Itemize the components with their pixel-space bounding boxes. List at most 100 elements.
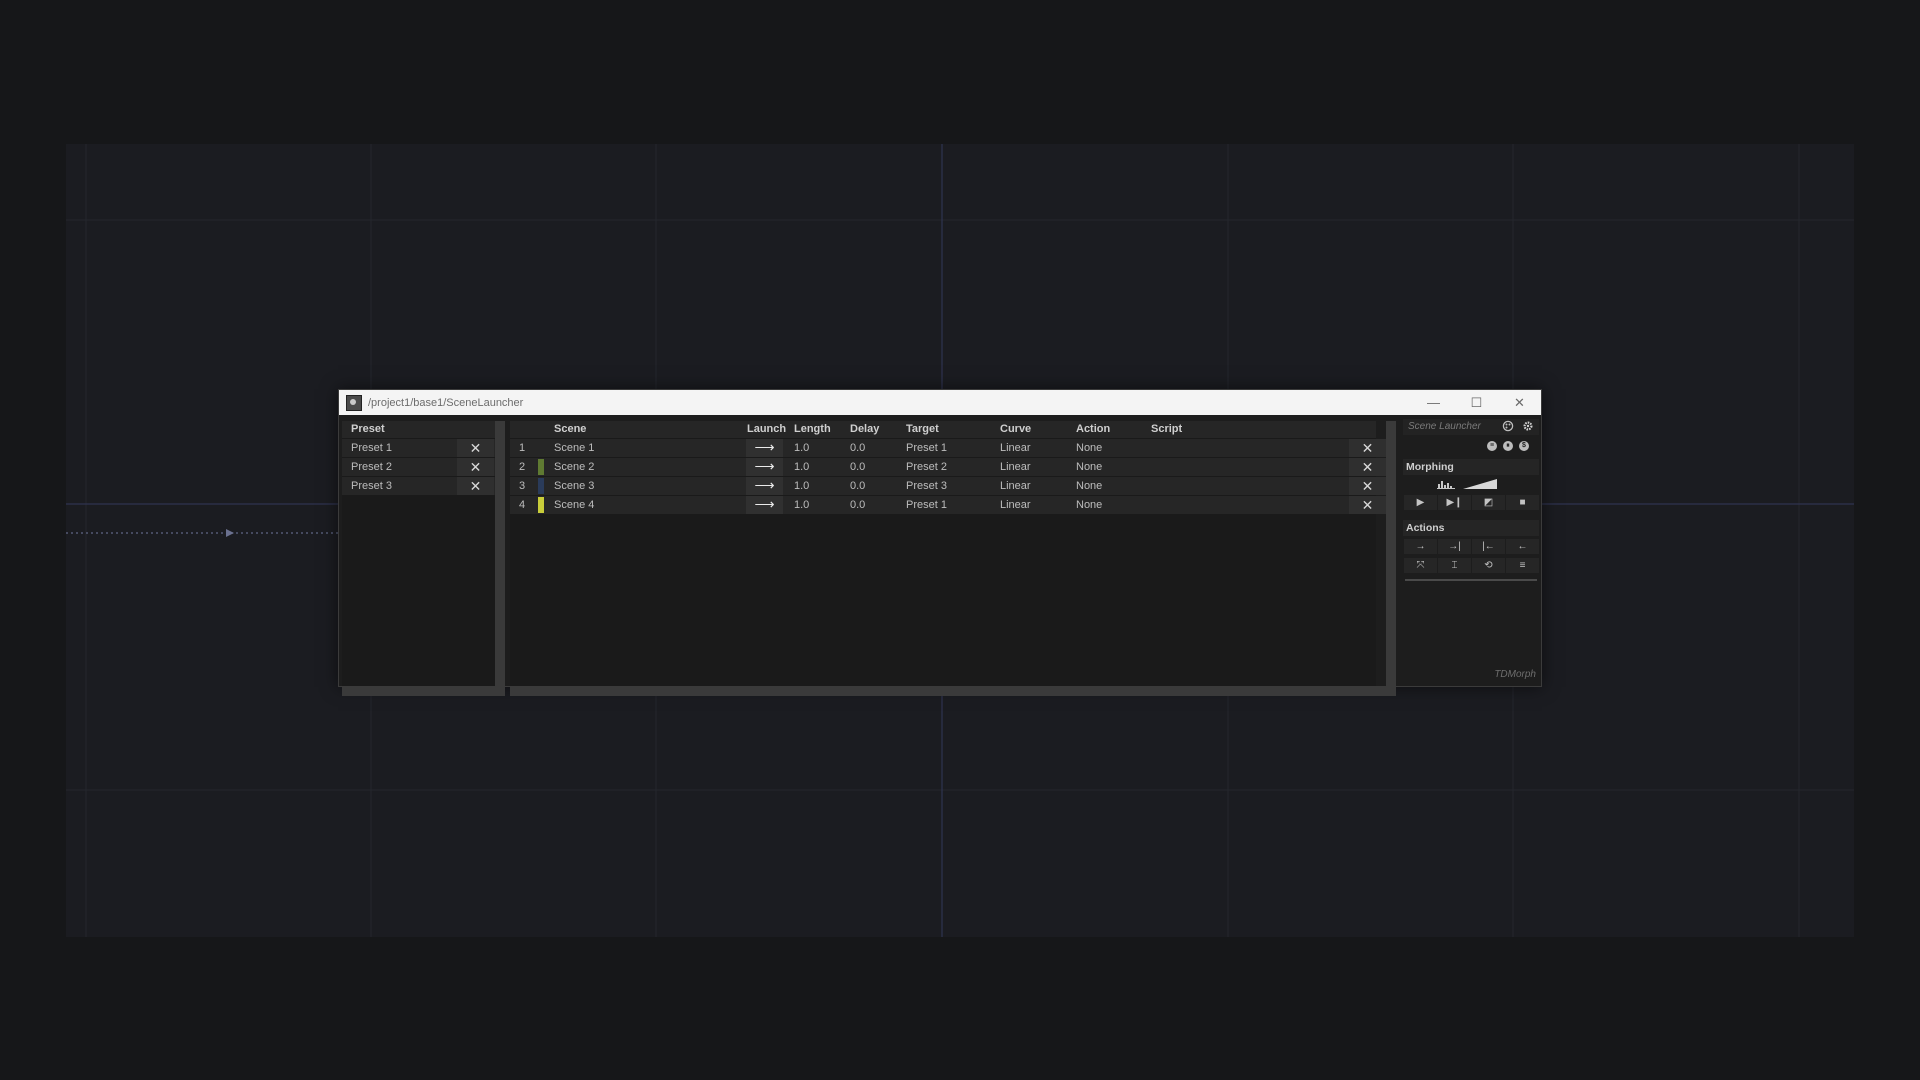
scene-delay[interactable]: 0.0 (850, 496, 865, 514)
scene-target[interactable]: Preset 2 (906, 458, 947, 476)
morphing-section-label: Morphing (1403, 459, 1539, 475)
scene-color-swatch[interactable] (538, 440, 544, 456)
scene-launcher-window: /project1/base1/SceneLauncher — ☐ ✕ Pres… (338, 389, 1542, 696)
col-action: Action (1076, 423, 1111, 435)
remove-scene-button[interactable]: ✕ (1349, 477, 1386, 495)
scene-curve[interactable]: Linear (1000, 496, 1031, 514)
scene-curve[interactable]: Linear (1000, 477, 1031, 495)
remove-scene-button[interactable]: ✕ (1349, 496, 1386, 514)
remove-preset-button[interactable]: ✕ (457, 439, 494, 457)
play-pause-button[interactable]: ▶❙ (1438, 495, 1471, 510)
preset-header: Preset (342, 421, 495, 438)
launch-button[interactable]: ⟶ (746, 477, 783, 495)
scene-length[interactable]: 1.0 (794, 496, 809, 514)
text-cursor-button[interactable]: ⌶ (1438, 558, 1471, 573)
scene-action[interactable]: None (1076, 439, 1102, 457)
scene-name[interactable]: Scene 3 (554, 477, 594, 495)
loop-button[interactable]: ⟲ (1472, 558, 1505, 573)
scene-table: Scene Launch Length Delay Target Curve A… (510, 421, 1386, 686)
scene-length[interactable]: 1.0 (794, 477, 809, 495)
next-scene-button[interactable]: → (1404, 539, 1437, 554)
histogram-icon[interactable] (1436, 478, 1456, 490)
launch-button[interactable]: ⟶ (746, 458, 783, 476)
preset-vertical-scrollbar[interactable] (495, 421, 505, 686)
close-button[interactable]: ✕ (1498, 390, 1541, 415)
last-scene-button[interactable]: →| (1438, 539, 1471, 554)
scene-target[interactable]: Preset 1 (906, 439, 947, 457)
divider (1405, 579, 1537, 581)
scene-name[interactable]: Scene 4 (554, 496, 594, 514)
scene-row[interactable]: 2 Scene 2 ⟶ 1.0 0.0 Preset 2 Linear None… (510, 458, 1386, 476)
scene-length[interactable]: 1.0 (794, 439, 809, 457)
scene-curve[interactable]: Linear (1000, 458, 1031, 476)
panel-title: Scene Launcher (1408, 421, 1481, 432)
window-content: Preset Preset 1 ✕ Preset 2 ✕ Preset 3 ✕ (339, 415, 1541, 696)
launch-button[interactable]: ⟶ (746, 496, 783, 514)
window-controls: — ☐ ✕ (1412, 390, 1541, 415)
scene-index: 2 (519, 461, 526, 473)
scene-vertical-scrollbar[interactable] (1386, 421, 1396, 686)
menu-button[interactable]: ≡ (1506, 558, 1539, 573)
pause-circle-icon[interactable]: ⏸ (1503, 441, 1513, 451)
scene-color-swatch[interactable] (538, 478, 544, 494)
launch-button[interactable]: ⟶ (746, 439, 783, 457)
maximize-button[interactable]: ☐ (1455, 390, 1498, 415)
ramp-curve-icon[interactable] (1463, 478, 1497, 490)
scene-target[interactable]: Preset 3 (906, 477, 947, 495)
scene-length[interactable]: 1.0 (794, 458, 809, 476)
scene-target[interactable]: Preset 1 (906, 496, 947, 514)
scene-delay[interactable]: 0.0 (850, 477, 865, 495)
col-script: Script (1151, 423, 1183, 435)
scene-delay[interactable]: 0.0 (850, 439, 865, 457)
stop-button[interactable]: ■ (1506, 495, 1539, 510)
title-bar[interactable]: /project1/base1/SceneLauncher — ☐ ✕ (339, 390, 1541, 415)
control-panel: Scene Launcher ≡ ⏸ $ Morphing ▶ ▶❙ ◩ ■ A… (1401, 415, 1541, 686)
gear-icon[interactable] (1521, 420, 1535, 435)
scene-delay[interactable]: 0.0 (850, 458, 865, 476)
remove-preset-button[interactable]: ✕ (457, 477, 494, 495)
scene-index: 3 (519, 480, 526, 492)
dollar-circle-icon[interactable]: $ (1519, 441, 1529, 451)
col-launch: Launch (747, 423, 787, 435)
col-scene: Scene (554, 423, 587, 435)
scene-color-swatch[interactable] (538, 459, 544, 475)
wire-arrow-icon (226, 529, 234, 537)
remove-scene-button[interactable]: ✕ (1349, 458, 1386, 476)
scene-row[interactable]: 1 Scene 1 ⟶ 1.0 0.0 Preset 1 Linear None… (510, 439, 1386, 457)
col-delay: Delay (850, 423, 880, 435)
preset-name[interactable]: Preset 3 (351, 477, 392, 495)
scene-name[interactable]: Scene 1 (554, 439, 594, 457)
preset-horizontal-scrollbar[interactable] (342, 686, 505, 696)
remove-scene-button[interactable]: ✕ (1349, 439, 1386, 457)
minimize-button[interactable]: — (1412, 390, 1455, 415)
scene-row[interactable]: 4 Scene 4 ⟶ 1.0 0.0 Preset 1 Linear None… (510, 496, 1386, 514)
preset-list: Preset Preset 1 ✕ Preset 2 ✕ Preset 3 ✕ (342, 421, 495, 686)
scene-curve[interactable]: Linear (1000, 439, 1031, 457)
preset-name[interactable]: Preset 2 (351, 458, 392, 476)
scene-name[interactable]: Scene 2 (554, 458, 594, 476)
play-button[interactable]: ▶ (1404, 495, 1437, 510)
list-circle-icon[interactable]: ≡ (1487, 441, 1497, 451)
previous-scene-button[interactable]: ← (1506, 539, 1539, 554)
col-length: Length (794, 423, 831, 435)
scene-row[interactable]: 3 Scene 3 ⟶ 1.0 0.0 Preset 3 Linear None… (510, 477, 1386, 495)
scene-index: 4 (519, 499, 526, 511)
remove-preset-button[interactable]: ✕ (457, 458, 494, 476)
randomize-button[interactable]: ◩ (1472, 495, 1505, 510)
scene-action[interactable]: None (1076, 496, 1102, 514)
preset-row[interactable]: Preset 1 ✕ (342, 439, 495, 457)
scene-action[interactable]: None (1076, 477, 1102, 495)
col-target: Target (906, 423, 939, 435)
scene-action[interactable]: None (1076, 458, 1102, 476)
palette-icon[interactable] (1501, 420, 1515, 435)
panel-header: Scene Launcher (1403, 419, 1539, 435)
brand-label: TDMorph (1494, 669, 1536, 680)
first-scene-button[interactable]: |← (1472, 539, 1505, 554)
actions-section-label: Actions (1403, 520, 1539, 536)
scene-horizontal-scrollbar[interactable] (510, 686, 1396, 696)
shuffle-button[interactable]: ⤧ (1404, 558, 1437, 573)
preset-row[interactable]: Preset 2 ✕ (342, 458, 495, 476)
preset-row[interactable]: Preset 3 ✕ (342, 477, 495, 495)
preset-name[interactable]: Preset 1 (351, 439, 392, 457)
scene-color-swatch[interactable] (538, 497, 544, 513)
